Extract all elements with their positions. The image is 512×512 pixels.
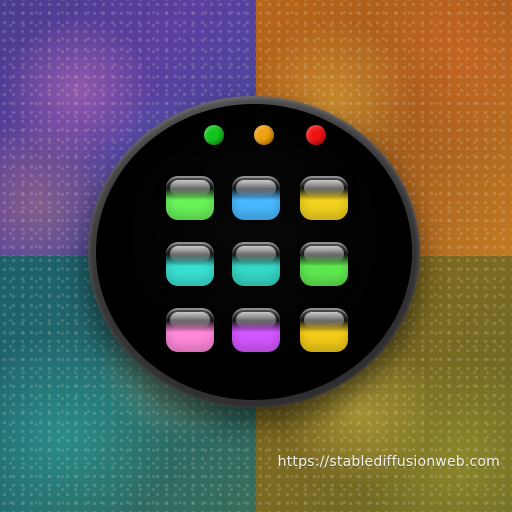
canvas: https://stablediffusionweb.com xyxy=(0,0,512,512)
aqua-tile[interactable] xyxy=(166,242,214,286)
green-tile[interactable] xyxy=(166,176,214,220)
purple-tile[interactable] xyxy=(232,308,280,352)
watermark-text: https://stablediffusionweb.com xyxy=(277,454,500,470)
green-dot xyxy=(204,125,224,145)
orange-dot xyxy=(254,125,274,145)
gold-tile[interactable] xyxy=(300,308,348,352)
device-screen xyxy=(96,104,412,400)
yellow-tile[interactable] xyxy=(300,176,348,220)
pink-tile[interactable] xyxy=(166,308,214,352)
round-device xyxy=(88,96,420,408)
lime-tile[interactable] xyxy=(300,242,348,286)
teal-tile[interactable] xyxy=(232,242,280,286)
blue-tile[interactable] xyxy=(232,176,280,220)
red-dot xyxy=(306,125,326,145)
